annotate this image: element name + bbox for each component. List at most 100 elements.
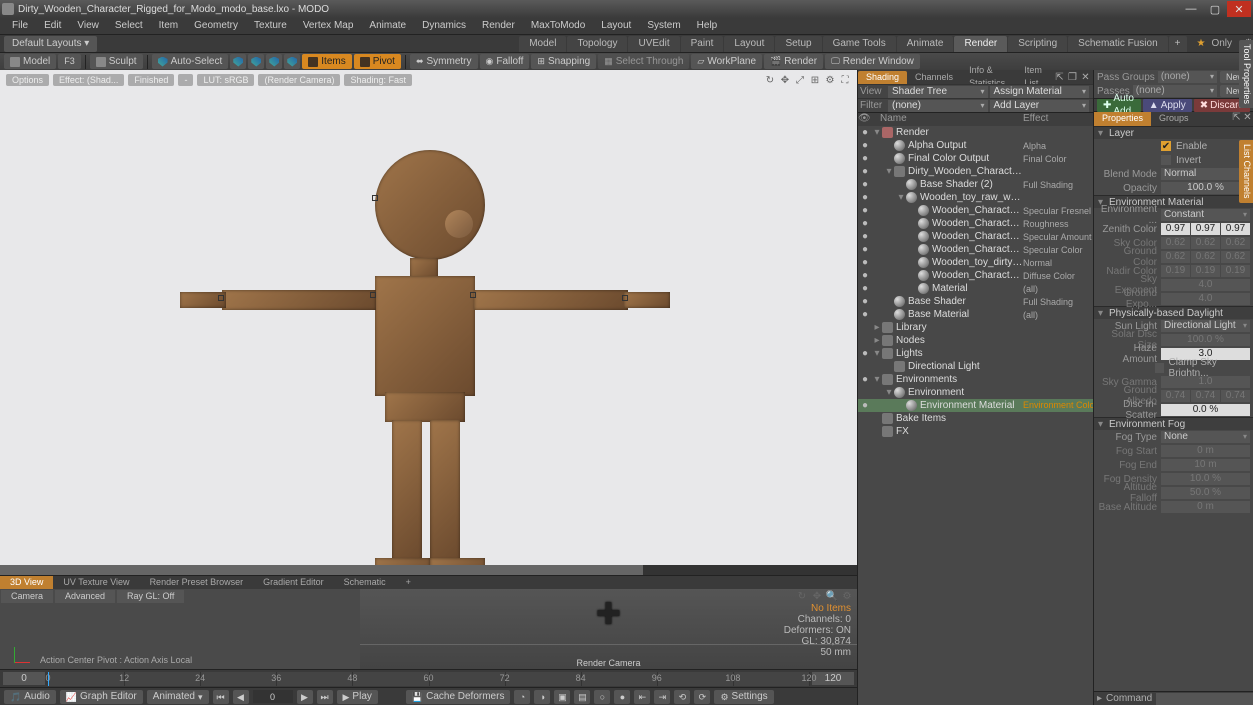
- enable-checkbox[interactable]: ✔: [1161, 141, 1171, 151]
- pb-icon-2[interactable]: ◑: [534, 690, 550, 704]
- render-viewport[interactable]: OptionsEffect: (Shad...Finished-LUT: sRG…: [0, 70, 857, 565]
- menu-maxtomodo[interactable]: MaxToModo: [523, 18, 593, 34]
- prop-panel-icon-1[interactable]: ✕: [1242, 112, 1253, 123]
- add-layer-dropdown[interactable]: Add Layer: [990, 100, 1090, 112]
- tree-row[interactable]: ●Wooden_Character_Dir...Roughness: [858, 217, 1093, 230]
- tree-row[interactable]: ●▾Render: [858, 126, 1093, 139]
- filter-dropdown[interactable]: (none): [888, 100, 988, 112]
- tree-row[interactable]: ▸Library: [858, 321, 1093, 334]
- current-frame-field[interactable]: [253, 690, 293, 703]
- tree-row[interactable]: ●Base ShaderFull Shading: [858, 295, 1093, 308]
- shield-icon-4[interactable]: [284, 54, 300, 69]
- tab-uvedit[interactable]: UVEdit: [628, 36, 679, 52]
- tab-topology[interactable]: Topology: [567, 36, 627, 52]
- viewport-tag-0[interactable]: Options: [6, 74, 49, 86]
- tab-game-tools[interactable]: Game Tools: [823, 36, 896, 52]
- assign-material-dropdown[interactable]: Assign Material: [990, 86, 1090, 98]
- env-type-dropdown[interactable]: Constant: [1161, 209, 1250, 221]
- tree-row[interactable]: ●▾Wooden_toy_raw_wood (...: [858, 191, 1093, 204]
- pb-icon-8[interactable]: ⇥: [654, 690, 670, 704]
- tab-scripting[interactable]: Scripting: [1008, 36, 1067, 52]
- only-toggle[interactable]: Only: [1211, 38, 1232, 49]
- command-input[interactable]: [1156, 693, 1253, 705]
- altitude-falloff-field[interactable]: 50.0 %: [1161, 487, 1250, 499]
- shader-panel-icon-1[interactable]: ❐: [1067, 72, 1078, 83]
- pb-icon-3[interactable]: ▣: [554, 690, 570, 704]
- blendmode-dropdown[interactable]: Normal: [1161, 168, 1250, 180]
- tree-row[interactable]: ●Base Shader (2)Full Shading: [858, 178, 1093, 191]
- tab-paint[interactable]: Paint: [681, 36, 724, 52]
- window-maximize-button[interactable]: ▢: [1203, 1, 1227, 17]
- menu-select[interactable]: Select: [107, 18, 151, 34]
- pb-icon-7[interactable]: ⇤: [634, 690, 650, 704]
- tree-row[interactable]: ●▾Lights: [858, 347, 1093, 360]
- lower-zoom-icon[interactable]: 🔍: [826, 590, 838, 602]
- workplane-button[interactable]: ▱ WorkPlane: [691, 54, 762, 69]
- tab-model[interactable]: Model: [519, 36, 566, 52]
- playback-settings-button[interactable]: ⚙ Settings: [714, 690, 773, 704]
- window-minimize-button[interactable]: —: [1179, 1, 1203, 17]
- menu-vertex-map[interactable]: Vertex Map: [295, 18, 362, 34]
- prop-panel-icon-0[interactable]: ⇱: [1231, 112, 1242, 123]
- shield-icon-2[interactable]: [248, 54, 264, 69]
- tab-schematic-fusion[interactable]: Schematic Fusion: [1068, 36, 1167, 52]
- step-fwd-button[interactable]: ▶: [297, 690, 313, 704]
- pb-icon-5[interactable]: ○: [594, 690, 610, 704]
- tree-row[interactable]: ●Material(all): [858, 282, 1093, 295]
- play-button[interactable]: ▶ Play: [337, 690, 378, 704]
- menu-dynamics[interactable]: Dynamics: [414, 18, 474, 34]
- menu-item[interactable]: Item: [151, 18, 186, 34]
- tree-row[interactable]: ●Wooden_Character_Dir...Specular Color: [858, 243, 1093, 256]
- lower-3d-view[interactable]: Camera Advanced Ray GL: Off Action Cente…: [0, 589, 857, 669]
- tree-row[interactable]: FX: [858, 425, 1093, 438]
- tree-row[interactable]: ▾Environment: [858, 386, 1093, 399]
- fog-type-dropdown[interactable]: None: [1161, 431, 1250, 443]
- go-end-button[interactable]: ⏭: [317, 690, 333, 704]
- pb-icon-6[interactable]: ●: [614, 690, 630, 704]
- sky-color-field[interactable]: 0.620.620.62: [1161, 237, 1250, 249]
- shader-tab-channels[interactable]: Channels: [907, 71, 961, 84]
- viewport-tag-1[interactable]: Effect: (Shad...: [53, 74, 124, 86]
- solar-disc-field[interactable]: 100.0 %: [1161, 334, 1250, 346]
- viewport-tag-4[interactable]: LUT: sRGB: [197, 74, 254, 86]
- render-button[interactable]: 🎬 Render: [764, 54, 823, 69]
- lower-tab-0[interactable]: 3D View: [0, 576, 53, 589]
- fog-start-field[interactable]: 0 m: [1161, 445, 1250, 457]
- base-altitude-field[interactable]: 0 m: [1161, 501, 1250, 513]
- viewport-icon-5[interactable]: ⛶: [839, 74, 851, 86]
- lower-pan-icon[interactable]: ✥: [811, 590, 823, 602]
- tree-row[interactable]: ●Wooden_Character_Dir...Diffuse Color: [858, 269, 1093, 282]
- menu-file[interactable]: File: [4, 18, 36, 34]
- audio-button[interactable]: 🎵 Audio: [4, 690, 56, 704]
- tree-row[interactable]: ●Base Material(all): [858, 308, 1093, 321]
- tree-row[interactable]: ●▾Dirty_Wooden_Character_R...: [858, 165, 1093, 178]
- pb-icon-1[interactable]: ◔: [514, 690, 530, 704]
- menu-geometry[interactable]: Geometry: [186, 18, 246, 34]
- auto-add-button[interactable]: ✚ Auto Add: [1097, 99, 1141, 112]
- nadir-color-field[interactable]: 0.190.190.19: [1161, 265, 1250, 277]
- tool-properties-vertical-tab[interactable]: Tool Properties: [1239, 40, 1253, 108]
- window-close-button[interactable]: ✕: [1227, 1, 1251, 17]
- timeline-start-field[interactable]: 0: [3, 672, 45, 685]
- raygl-toggle[interactable]: Ray GL: Off: [117, 590, 184, 603]
- shader-panel-icon-2[interactable]: ✕: [1080, 72, 1091, 83]
- lower-tab-3[interactable]: Gradient Editor: [253, 576, 334, 589]
- sunlight-dropdown[interactable]: Directional Light: [1161, 320, 1250, 332]
- lower-tab-5[interactable]: +: [396, 576, 421, 589]
- sky-gamma-field[interactable]: 1.0: [1161, 376, 1250, 388]
- items-button[interactable]: Items: [302, 54, 351, 69]
- menu-layout[interactable]: Layout: [593, 18, 639, 34]
- tree-row[interactable]: ●Environment MaterialEnvironment Color ▾: [858, 399, 1093, 412]
- sky-exponent-field[interactable]: 4.0: [1161, 279, 1250, 291]
- shader-tab-shading[interactable]: Shading: [858, 71, 907, 84]
- render-camera-thumbnail[interactable]: ✚ Render Camera: [360, 589, 857, 669]
- tree-row[interactable]: ▸Nodes: [858, 334, 1093, 347]
- tree-row[interactable]: ●▾Environments: [858, 373, 1093, 386]
- advanced-dropdown[interactable]: Advanced: [55, 590, 115, 603]
- tab-render[interactable]: Render: [954, 36, 1007, 52]
- lower-orbit-icon[interactable]: ↻: [796, 590, 808, 602]
- camera-dropdown[interactable]: Camera: [1, 590, 53, 603]
- ground-color-field[interactable]: 0.620.620.62: [1161, 251, 1250, 263]
- viewport-icon-4[interactable]: ⚙: [824, 74, 836, 86]
- shader-panel-icon-0[interactable]: ⇱: [1054, 72, 1065, 83]
